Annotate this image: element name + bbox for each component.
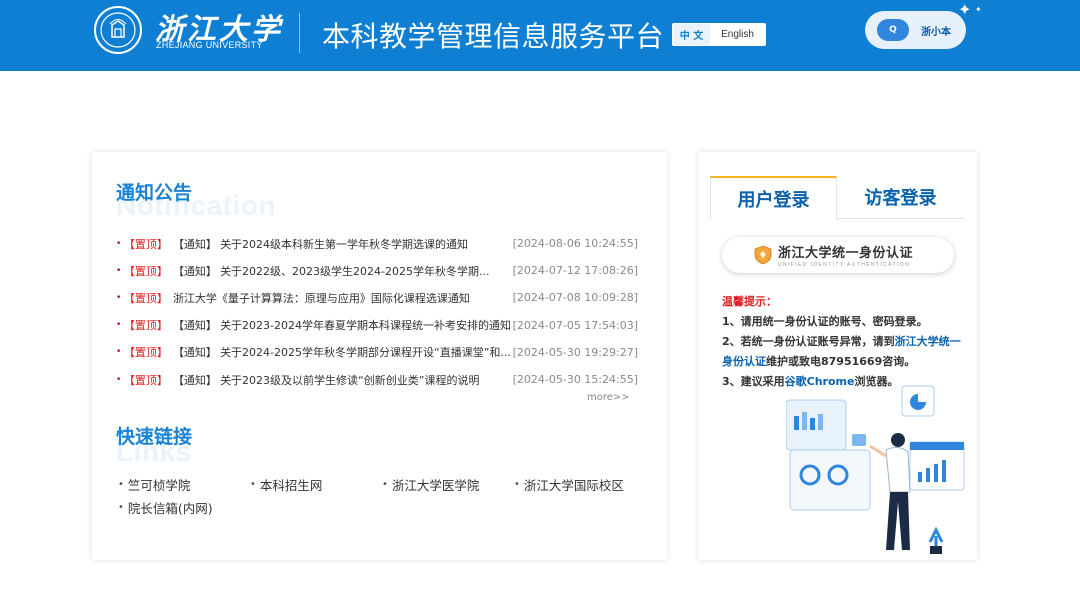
header-divider bbox=[299, 13, 300, 53]
notice-title-link[interactable]: 关于2023级及以前学生修读“创新创业类”课程的说明 bbox=[220, 372, 513, 388]
notice-list: • 【置顶】 【通知】 关于2024级本科新生第一学年秋冬学期选课的通知 [20… bbox=[116, 230, 638, 393]
notice-item[interactable]: • 【置顶】 【通知】 关于2024级本科新生第一学年秋冬学期选课的通知 [20… bbox=[116, 230, 638, 257]
notice-title-link[interactable]: 关于2023-2024学年春夏学期本科课程统一补考安排的通知 bbox=[220, 317, 513, 333]
bullet-icon: • bbox=[116, 292, 122, 303]
assistant-button[interactable]: Q 浙小本 bbox=[865, 11, 966, 49]
quick-link[interactable]: • 浙江大学国际校区 bbox=[514, 473, 646, 496]
shield-icon bbox=[754, 245, 772, 265]
quick-link-label: 浙江大学医学院 bbox=[391, 478, 480, 493]
bullet-icon: • bbox=[116, 347, 122, 358]
notice-tag: 【通知】 bbox=[172, 264, 217, 278]
language-switch: 中 文 English bbox=[672, 23, 766, 46]
pinned-label: 【置顶】 bbox=[123, 346, 168, 360]
more-notices-link[interactable]: more>> bbox=[587, 392, 630, 403]
quick-link-label: 院长信箱(内网) bbox=[127, 501, 213, 516]
notice-date: [2024-08-06 10:24:55] bbox=[512, 237, 639, 251]
notice-title-link[interactable]: 关于2022级、2023级学生2024-2025学年秋冬学期... bbox=[220, 263, 513, 279]
notice-title-link[interactable]: 浙江大学《量子计算算法：原理与应用》国际化课程选课通知 bbox=[173, 290, 513, 306]
bullet-icon: • bbox=[118, 502, 124, 513]
quick-link[interactable]: • 竺可桢学院 bbox=[118, 473, 250, 496]
unified-auth-button[interactable]: 浙江大学统一身份认证 UNIFIED IDENTITY AUTHENTICATI… bbox=[722, 237, 954, 273]
dashboard-illustration bbox=[786, 385, 965, 554]
notice-date: [2024-07-08 10:09:28] bbox=[512, 291, 638, 305]
notice-tag: 【通知】 bbox=[172, 373, 217, 387]
notice-item[interactable]: • 【置顶】 【通知】 关于2022级、2023级学生2024-2025学年秋冬… bbox=[116, 257, 638, 284]
sparkle-small-icon: ✦ bbox=[975, 5, 982, 14]
pinned-label: 【置顶】 bbox=[123, 373, 168, 387]
quick-link-label: 竺可桢学院 bbox=[127, 478, 191, 493]
assistant-label: 浙小本 bbox=[921, 26, 951, 38]
bullet-icon: • bbox=[250, 479, 256, 490]
bullet-icon: • bbox=[116, 374, 122, 385]
quick-link[interactable]: • 院长信箱(内网) bbox=[118, 496, 250, 519]
notice-item[interactable]: • 【置顶】 【通知】 关于2024-2025学年秋冬学期部分课程开设“直播课堂… bbox=[116, 339, 638, 366]
quick-link-label: 本科招生网 bbox=[259, 478, 323, 493]
notice-item[interactable]: • 【置顶】 浙江大学《量子计算算法：原理与应用》国际化课程选课通知 [2024… bbox=[116, 284, 638, 311]
bullet-icon: • bbox=[118, 479, 124, 490]
tips-title: 温馨提示： bbox=[722, 295, 777, 308]
tab-user-login[interactable]: 用户登录 bbox=[710, 176, 837, 220]
pinned-label: 【置顶】 bbox=[123, 319, 168, 333]
tip-line-1: 1、请用统一身份认证的账号、密码登录。 bbox=[722, 315, 928, 328]
notices-and-links-panel: Notification 通知公告 • 【置顶】 【通知】 关于2024级本科新… bbox=[92, 152, 667, 560]
pinned-label: 【置顶】 bbox=[123, 264, 168, 278]
tip-2-text-a: 2、若统一身份认证账号异常，请到 bbox=[722, 335, 895, 348]
platform-title: 本科教学管理信息服务平台 bbox=[322, 20, 665, 53]
quick-link-label: 浙江大学国际校区 bbox=[523, 478, 624, 493]
top-header: 浙江大学 ZHEJIANG UNIVERSITY 本科教学管理信息服务平台 中 … bbox=[0, 0, 1080, 71]
assistant-robot-icon: Q bbox=[877, 19, 909, 41]
bullet-icon: • bbox=[116, 265, 122, 276]
sparkle-icon: ✦ bbox=[958, 0, 972, 19]
tip-3-text-a: 3、建议采用 bbox=[722, 375, 785, 388]
pinned-label: 【置顶】 bbox=[123, 237, 168, 251]
tip-line-2: 2、若统一身份认证账号异常，请到浙江大学统一身份认证维护或致电87951669咨… bbox=[722, 332, 967, 372]
notice-tag: 【通知】 bbox=[172, 346, 217, 360]
links-title: 快速链接 bbox=[116, 426, 193, 448]
quick-link[interactable]: • 浙江大学医学院 bbox=[382, 473, 514, 496]
bullet-icon: • bbox=[116, 238, 122, 249]
tab-guest-login[interactable]: 访客登录 bbox=[837, 176, 964, 218]
notice-title-link[interactable]: 关于2024-2025学年秋冬学期部分课程开设“直播课堂”和... bbox=[220, 344, 513, 360]
unified-auth-title: 浙江大学统一身份认证 bbox=[778, 246, 914, 261]
notice-item[interactable]: • 【置顶】 【通知】 关于2023级及以前学生修读“创新创业类”课程的说明 [… bbox=[116, 366, 638, 393]
notice-tag: 【通知】 bbox=[172, 319, 217, 333]
unified-auth-subtitle: UNIFIED IDENTITY AUTHENTICATION bbox=[778, 262, 911, 268]
notice-date: [2024-05-30 15:24:55] bbox=[512, 373, 639, 387]
notice-tag: 【通知】 bbox=[172, 237, 217, 251]
notices-title: 通知公告 bbox=[116, 182, 193, 204]
lang-chinese-button[interactable]: 中 文 bbox=[673, 24, 710, 45]
notice-date: [2024-05-30 19:29:27] bbox=[512, 345, 639, 359]
quick-links: • 竺可桢学院 • 本科招生网 • 浙江大学医学院 • 浙江大学国际校区 • 院长信箱(内… bbox=[118, 473, 648, 519]
login-tabs: 用户登录 访客登录 bbox=[710, 176, 965, 220]
lang-english-button[interactable]: English bbox=[710, 24, 765, 45]
notice-title-link[interactable]: 关于2024级本科新生第一学年秋冬学期选课的通知 bbox=[220, 236, 513, 252]
seal-emblem-icon bbox=[100, 12, 136, 48]
notice-date: [2024-07-12 17:08:26] bbox=[512, 264, 639, 278]
login-tips: 温馨提示： 1、请用统一身份认证的账号、密码登录。 2、若统一身份认证账号异常，… bbox=[722, 292, 967, 392]
notice-item[interactable]: • 【置顶】 【通知】 关于2023-2024学年春夏学期本科课程统一补考安排的… bbox=[116, 312, 638, 339]
unified-auth-text: 浙江大学统一身份认证 UNIFIED IDENTITY AUTHENTICATI… bbox=[778, 242, 913, 268]
bullet-icon: • bbox=[382, 479, 388, 490]
login-panel: 用户登录 访客登录 浙江大学统一身份认证 UNIFIED IDENTITY AU… bbox=[698, 152, 977, 560]
pinned-label: 【置顶】 bbox=[123, 291, 168, 305]
tip-2-text-b: 维护或致电87951669咨询。 bbox=[766, 355, 916, 368]
notice-date: [2024-07-05 17:54:03] bbox=[512, 318, 639, 332]
university-seal-logo[interactable] bbox=[94, 6, 142, 54]
bullet-icon: • bbox=[116, 320, 122, 331]
university-name-en: ZHEJIANG UNIVERSITY bbox=[156, 40, 263, 50]
bullet-icon: • bbox=[514, 479, 520, 490]
quick-link[interactable]: • 本科招生网 bbox=[250, 473, 382, 496]
